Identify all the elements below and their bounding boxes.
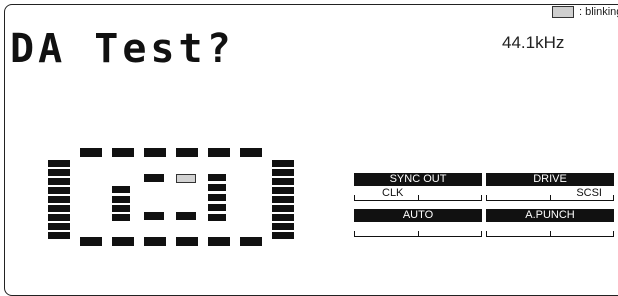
tick-left — [486, 195, 487, 201]
segment — [240, 237, 262, 246]
tick-right — [481, 195, 482, 201]
drive-label: DRIVE — [486, 173, 614, 186]
auto-body — [354, 222, 482, 237]
segment — [48, 214, 70, 221]
blinking-swatch — [552, 6, 574, 18]
segment — [272, 223, 294, 230]
segment — [48, 169, 70, 176]
segment — [144, 237, 166, 246]
auto-label: AUTO — [354, 209, 482, 222]
segment — [272, 160, 294, 167]
segment — [48, 205, 70, 212]
tick-right — [613, 195, 614, 201]
segment — [112, 148, 134, 157]
segment — [272, 232, 294, 239]
segment — [176, 237, 198, 246]
segment — [144, 148, 166, 157]
segment — [112, 196, 130, 203]
segment — [208, 237, 230, 246]
blinking-legend: : blinking — [552, 6, 618, 18]
segment — [208, 194, 226, 201]
segment — [272, 169, 294, 176]
segment — [240, 148, 262, 157]
tick-right — [481, 231, 482, 237]
segment — [176, 148, 198, 157]
tick-left — [354, 195, 355, 201]
segment — [48, 196, 70, 203]
segment — [144, 212, 164, 220]
segment — [272, 178, 294, 185]
sync-out-value: CLK — [382, 187, 404, 199]
segment — [208, 148, 230, 157]
segment — [48, 232, 70, 239]
drive-body: SCSI — [486, 186, 614, 201]
segment — [272, 196, 294, 203]
tick-left — [354, 231, 355, 237]
sync-out-body: CLK — [354, 186, 482, 201]
segment — [208, 214, 226, 221]
segment — [272, 205, 294, 212]
tick-mid — [418, 195, 419, 201]
segment — [208, 204, 226, 211]
sample-rate: 44.1kHz — [502, 33, 565, 52]
segment — [112, 205, 130, 212]
segment — [144, 174, 164, 182]
auto-indicator: AUTO — [354, 209, 482, 241]
segment — [272, 214, 294, 221]
a-punch-body — [486, 222, 614, 237]
tick-right — [613, 231, 614, 237]
segment — [208, 184, 226, 191]
sync-out-label: SYNC OUT — [354, 173, 482, 186]
a-punch-indicator: A.PUNCH — [486, 209, 614, 241]
blinking-legend-text: : blinking — [579, 6, 618, 18]
segment — [112, 186, 130, 193]
segment — [48, 187, 70, 194]
a-punch-label: A.PUNCH — [486, 209, 614, 222]
drive-value: SCSI — [576, 187, 602, 199]
drive-indicator: DRIVE SCSI — [486, 173, 614, 205]
tick-mid — [550, 195, 551, 201]
segment — [112, 237, 134, 246]
segment — [176, 212, 196, 220]
segment — [80, 148, 102, 157]
sync-out-indicator: SYNC OUT CLK — [354, 173, 482, 205]
display-title: DA Test? — [10, 26, 235, 72]
segment — [208, 174, 226, 181]
tick-left — [486, 231, 487, 237]
blinking-segment — [176, 174, 196, 183]
tick-mid — [418, 231, 419, 237]
segment — [48, 223, 70, 230]
segment — [272, 187, 294, 194]
tick-mid — [550, 231, 551, 237]
segment — [80, 237, 102, 246]
segment — [48, 160, 70, 167]
segment — [48, 178, 70, 185]
segment — [112, 214, 130, 221]
